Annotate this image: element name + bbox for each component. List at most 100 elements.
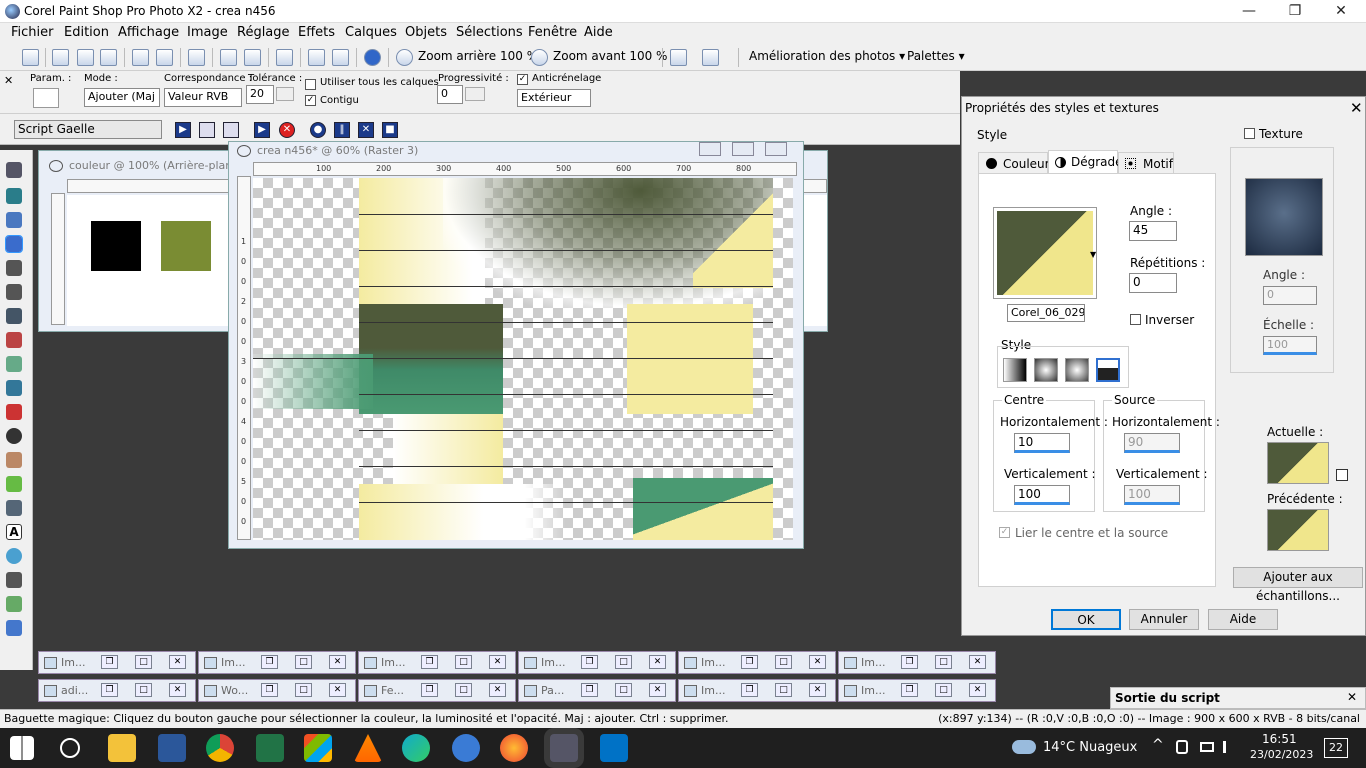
text-tool-icon[interactable]: A: [6, 524, 22, 540]
tolerance-spinner[interactable]: [276, 87, 294, 101]
angle-input[interactable]: 45: [1129, 221, 1177, 241]
red-eye-tool-icon[interactable]: [6, 332, 22, 348]
restore-icon[interactable]: ❐: [421, 683, 438, 697]
menu-selections[interactable]: Sélections: [456, 25, 523, 40]
current-swatch[interactable]: [1267, 442, 1329, 484]
minimized-window[interactable]: Im... ❐ □ ✕: [518, 651, 676, 674]
repeat-input[interactable]: 0: [1129, 273, 1177, 293]
restore-icon[interactable]: ❐: [581, 655, 598, 669]
save-icon[interactable]: [132, 49, 149, 66]
linear-style-icon[interactable]: [1003, 358, 1027, 382]
tab-gradient[interactable]: Dégradé: [1048, 150, 1123, 174]
clone-tool-icon[interactable]: [6, 356, 22, 372]
store-icon[interactable]: [304, 734, 332, 762]
word-icon[interactable]: [158, 734, 186, 762]
windows-start-icon[interactable]: [10, 736, 34, 760]
warp-brush-tool-icon[interactable]: [6, 596, 22, 612]
palettes-menu[interactable]: Palettes ▾: [907, 49, 965, 63]
layers-icon[interactable]: [308, 49, 325, 66]
close-options-icon[interactable]: ✕: [4, 74, 13, 87]
doc-minimize-button[interactable]: [699, 142, 721, 156]
edit-script-icon[interactable]: [199, 122, 215, 138]
pause-script-icon[interactable]: ‖: [334, 122, 350, 138]
firefox-icon[interactable]: [500, 734, 528, 762]
minimized-window[interactable]: Im... ❐ □ ✕: [838, 679, 996, 702]
outlook-icon[interactable]: [600, 734, 628, 762]
menu-edition[interactable]: Edition: [64, 25, 109, 40]
ok-button[interactable]: OK: [1051, 609, 1121, 630]
minimized-window[interactable]: Im... ❐ □ ✕: [358, 651, 516, 674]
zoom-out-button[interactable]: Zoom arrière 100 %: [418, 49, 538, 63]
minimized-window[interactable]: Im... ❐ □ ✕: [838, 651, 996, 674]
copy-icon[interactable]: [276, 49, 293, 66]
redo-icon[interactable]: [244, 49, 261, 66]
straighten-tool-icon[interactable]: [6, 308, 22, 324]
document-window-crea[interactable]: crea n456* @ 60% (Raster 3) 100 200 300 400…: [228, 141, 804, 549]
close-icon[interactable]: ✕: [329, 655, 346, 669]
eraser-tool-icon[interactable]: [6, 500, 22, 516]
minimized-window[interactable]: adi... ❐ □ ✕: [38, 679, 196, 702]
move-tool-icon[interactable]: [6, 212, 22, 228]
undo-icon[interactable]: [220, 49, 237, 66]
magic-wand-preset-icon[interactable]: [33, 88, 59, 108]
weather-text[interactable]: 14°C Nuageux: [1043, 740, 1137, 755]
save-script-icon[interactable]: ■: [382, 122, 398, 138]
restore-icon[interactable]: ❐: [741, 683, 758, 697]
new-file-icon[interactable]: [22, 49, 39, 66]
dropper-tool-icon[interactable]: [6, 260, 22, 276]
menu-aide[interactable]: Aide: [584, 25, 613, 40]
scan-icon[interactable]: [100, 49, 117, 66]
sunburst-style-icon[interactable]: [1065, 358, 1089, 382]
menu-image[interactable]: Image: [187, 25, 228, 40]
menu-fichier[interactable]: Fichier: [11, 25, 54, 40]
search-icon[interactable]: [60, 738, 80, 758]
minimize-button[interactable]: —: [1226, 0, 1272, 23]
menu-reglage[interactable]: Réglage: [237, 25, 290, 40]
clock-time[interactable]: 16:51: [1262, 732, 1297, 746]
chrome-icon[interactable]: [206, 734, 234, 762]
close-icon[interactable]: ✕: [489, 655, 506, 669]
minimized-window[interactable]: Im... ❐ □ ✕: [678, 651, 836, 674]
invert-checkbox[interactable]: [1130, 314, 1141, 325]
menu-objets[interactable]: Objets: [405, 25, 447, 40]
fill-tool-icon[interactable]: [6, 476, 22, 492]
photo-enhance-menu[interactable]: Amélioration des photos ▾: [749, 49, 905, 63]
zoom-in-button[interactable]: Zoom avant 100 %: [553, 49, 667, 63]
restore-icon[interactable]: ❐: [581, 683, 598, 697]
gradient-dropdown-icon[interactable]: ▼: [1090, 250, 1096, 259]
center-v-input[interactable]: 100: [1014, 485, 1070, 505]
menu-calques[interactable]: Calques: [345, 25, 397, 40]
close-icon[interactable]: ✕: [969, 655, 986, 669]
minimized-window[interactable]: Im... ❐ □ ✕: [678, 679, 836, 702]
close-icon[interactable]: ✕: [329, 683, 346, 697]
maximize-icon[interactable]: □: [295, 655, 312, 669]
minimized-window[interactable]: Fe... ❐ □ ✕: [358, 679, 516, 702]
paint-brush-tool-icon[interactable]: [6, 404, 22, 420]
minimized-window[interactable]: Pa... ❐ □ ✕: [518, 679, 676, 702]
menu-effets[interactable]: Effets: [298, 25, 335, 40]
use-all-layers-checkbox[interactable]: [305, 79, 316, 90]
minimized-window[interactable]: Wo... ❐ □ ✕: [198, 679, 356, 702]
maximize-icon[interactable]: □: [135, 655, 152, 669]
radial-style-icon[interactable]: [1096, 358, 1120, 382]
restore-icon[interactable]: ❐: [741, 655, 758, 669]
maximize-icon[interactable]: □: [775, 655, 792, 669]
zoom-in-icon[interactable]: [531, 49, 548, 66]
print-icon[interactable]: [188, 49, 205, 66]
zoom-out-icon[interactable]: [396, 49, 413, 66]
restore-icon[interactable]: ❐: [101, 683, 118, 697]
restore-icon[interactable]: ❐: [421, 655, 438, 669]
gradient-preview[interactable]: [993, 207, 1097, 299]
close-icon[interactable]: ✕: [649, 655, 666, 669]
maximize-icon[interactable]: □: [935, 655, 952, 669]
maximize-icon[interactable]: □: [935, 683, 952, 697]
antialias-mode-select[interactable]: Extérieur: [517, 89, 591, 107]
window-layout-icon[interactable]: [702, 49, 719, 66]
excel-icon[interactable]: [256, 734, 284, 762]
doc-close-button[interactable]: [765, 142, 787, 156]
minimized-window[interactable]: Im... ❐ □ ✕: [198, 651, 356, 674]
network-icon[interactable]: [1200, 742, 1214, 752]
help-button[interactable]: Aide: [1208, 609, 1278, 630]
dialog-close-button[interactable]: ✕: [1350, 99, 1363, 117]
close-icon[interactable]: ✕: [169, 655, 186, 669]
